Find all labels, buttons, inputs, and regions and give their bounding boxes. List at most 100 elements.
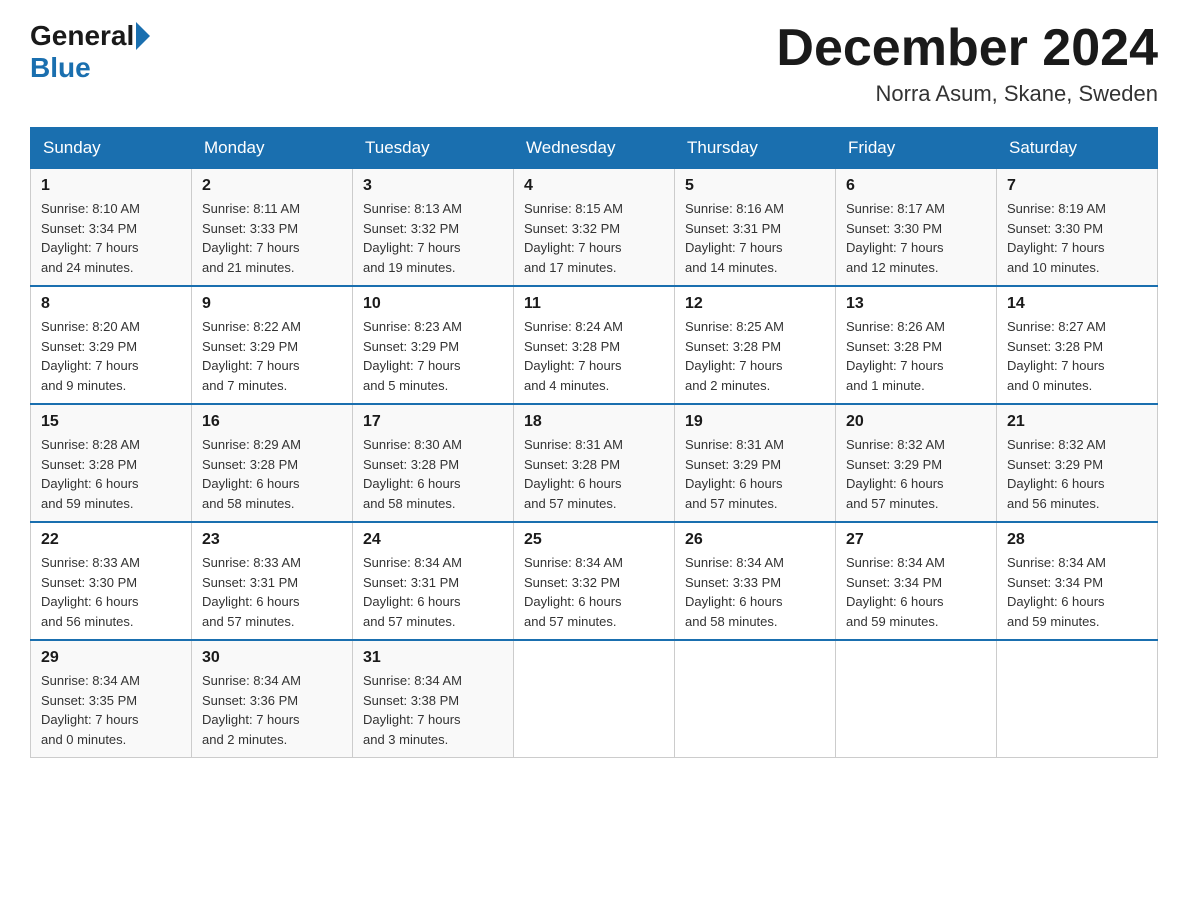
header-thursday: Thursday: [675, 128, 836, 169]
day-info: Sunrise: 8:23 AMSunset: 3:29 PMDaylight:…: [363, 317, 503, 395]
calendar-header: Sunday Monday Tuesday Wednesday Thursday…: [31, 128, 1158, 169]
day-number: 14: [1007, 295, 1147, 313]
header-friday: Friday: [836, 128, 997, 169]
day-info: Sunrise: 8:33 AMSunset: 3:31 PMDaylight:…: [202, 553, 342, 631]
logo: General Blue: [30, 20, 152, 84]
calendar-cell: [675, 640, 836, 758]
calendar-cell: 17 Sunrise: 8:30 AMSunset: 3:28 PMDayligh…: [353, 404, 514, 522]
calendar-cell: 13 Sunrise: 8:26 AMSunset: 3:28 PMDayligh…: [836, 286, 997, 404]
logo-arrow-icon: [136, 22, 150, 50]
calendar-week-3: 15Sunrise: 8:28 AMSunset: 3:28 PMDayligh…: [31, 404, 1158, 522]
calendar-cell: 26 Sunrise: 8:34 AMSunset: 3:33 PMDayligh…: [675, 522, 836, 640]
day-info: Sunrise: 8:26 AMSunset: 3:28 PMDaylight:…: [846, 317, 986, 395]
calendar-cell: [514, 640, 675, 758]
day-number: 20: [846, 413, 986, 431]
day-info: Sunrise: 8:34 AMSunset: 3:33 PMDaylight:…: [685, 553, 825, 631]
day-number: 1: [41, 177, 181, 195]
calendar-cell: 15Sunrise: 8:28 AMSunset: 3:28 PMDayligh…: [31, 404, 192, 522]
day-number: 28: [1007, 531, 1147, 549]
day-info: Sunrise: 8:17 AMSunset: 3:30 PMDaylight:…: [846, 199, 986, 277]
title-section: December 2024 Norra Asum, Skane, Sweden: [776, 20, 1158, 107]
day-info: Sunrise: 8:34 AMSunset: 3:31 PMDaylight:…: [363, 553, 503, 631]
header-monday: Monday: [192, 128, 353, 169]
day-number: 13: [846, 295, 986, 313]
day-number: 15: [41, 413, 181, 431]
calendar-cell: [997, 640, 1158, 758]
day-number: 5: [685, 177, 825, 195]
day-info: Sunrise: 8:34 AMSunset: 3:34 PMDaylight:…: [846, 553, 986, 631]
calendar-cell: 23 Sunrise: 8:33 AMSunset: 3:31 PMDayligh…: [192, 522, 353, 640]
calendar-cell: 6Sunrise: 8:17 AMSunset: 3:30 PMDaylight…: [836, 169, 997, 287]
calendar-cell: 16Sunrise: 8:29 AMSunset: 3:28 PMDayligh…: [192, 404, 353, 522]
day-number: 3: [363, 177, 503, 195]
day-info: Sunrise: 8:16 AMSunset: 3:31 PMDaylight:…: [685, 199, 825, 277]
calendar-cell: 20 Sunrise: 8:32 AMSunset: 3:29 PMDayligh…: [836, 404, 997, 522]
day-number: 11: [524, 295, 664, 313]
day-number: 17: [363, 413, 503, 431]
day-number: 30: [202, 649, 342, 667]
logo-text: General: [30, 20, 152, 52]
day-number: 23: [202, 531, 342, 549]
day-number: 4: [524, 177, 664, 195]
day-info: Sunrise: 8:30 AMSunset: 3:28 PMDaylight:…: [363, 435, 503, 513]
day-info: Sunrise: 8:10 AMSunset: 3:34 PMDaylight:…: [41, 199, 181, 277]
day-number: 21: [1007, 413, 1147, 431]
calendar-cell: 8Sunrise: 8:20 AMSunset: 3:29 PMDaylight…: [31, 286, 192, 404]
logo-general: General: [30, 20, 134, 52]
calendar-cell: 4 Sunrise: 8:15 AMSunset: 3:32 PMDaylight…: [514, 169, 675, 287]
day-info: Sunrise: 8:33 AMSunset: 3:30 PMDaylight:…: [41, 553, 181, 631]
day-info: Sunrise: 8:32 AMSunset: 3:29 PMDaylight:…: [1007, 435, 1147, 513]
logo-blue: Blue: [30, 52, 91, 84]
header-tuesday: Tuesday: [353, 128, 514, 169]
day-info: Sunrise: 8:20 AMSunset: 3:29 PMDaylight:…: [41, 317, 181, 395]
calendar-week-5: 29Sunrise: 8:34 AMSunset: 3:35 PMDayligh…: [31, 640, 1158, 758]
calendar-cell: 12Sunrise: 8:25 AMSunset: 3:28 PMDayligh…: [675, 286, 836, 404]
day-info: Sunrise: 8:34 AMSunset: 3:34 PMDaylight:…: [1007, 553, 1147, 631]
calendar-cell: 24 Sunrise: 8:34 AMSunset: 3:31 PMDayligh…: [353, 522, 514, 640]
day-number: 18: [524, 413, 664, 431]
day-info: Sunrise: 8:34 AMSunset: 3:36 PMDaylight:…: [202, 671, 342, 749]
calendar-cell: 22 Sunrise: 8:33 AMSunset: 3:30 PMDayligh…: [31, 522, 192, 640]
day-number: 16: [202, 413, 342, 431]
day-number: 29: [41, 649, 181, 667]
calendar-cell: [836, 640, 997, 758]
header-wednesday: Wednesday: [514, 128, 675, 169]
day-number: 31: [363, 649, 503, 667]
calendar-cell: 28 Sunrise: 8:34 AMSunset: 3:34 PMDayligh…: [997, 522, 1158, 640]
calendar-cell: 19 Sunrise: 8:31 AMSunset: 3:29 PMDayligh…: [675, 404, 836, 522]
calendar-cell: 21 Sunrise: 8:32 AMSunset: 3:29 PMDayligh…: [997, 404, 1158, 522]
day-number: 9: [202, 295, 342, 313]
day-info: Sunrise: 8:32 AMSunset: 3:29 PMDaylight:…: [846, 435, 986, 513]
calendar-cell: 31 Sunrise: 8:34 AMSunset: 3:38 PMDayligh…: [353, 640, 514, 758]
header-row: Sunday Monday Tuesday Wednesday Thursday…: [31, 128, 1158, 169]
day-info: Sunrise: 8:11 AMSunset: 3:33 PMDaylight:…: [202, 199, 342, 277]
calendar-week-4: 22 Sunrise: 8:33 AMSunset: 3:30 PMDayligh…: [31, 522, 1158, 640]
calendar-week-2: 8Sunrise: 8:20 AMSunset: 3:29 PMDaylight…: [31, 286, 1158, 404]
day-info: Sunrise: 8:22 AMSunset: 3:29 PMDaylight:…: [202, 317, 342, 395]
day-info: Sunrise: 8:19 AMSunset: 3:30 PMDaylight:…: [1007, 199, 1147, 277]
day-number: 25: [524, 531, 664, 549]
calendar-body: 1 Sunrise: 8:10 AMSunset: 3:34 PMDaylight…: [31, 169, 1158, 758]
day-number: 27: [846, 531, 986, 549]
calendar-cell: 1 Sunrise: 8:10 AMSunset: 3:34 PMDaylight…: [31, 169, 192, 287]
calendar-cell: 30 Sunrise: 8:34 AMSunset: 3:36 PMDayligh…: [192, 640, 353, 758]
page-header: General Blue December 2024 Norra Asum, S…: [30, 20, 1158, 107]
day-number: 7: [1007, 177, 1147, 195]
calendar-cell: 5 Sunrise: 8:16 AMSunset: 3:31 PMDaylight…: [675, 169, 836, 287]
header-saturday: Saturday: [997, 128, 1158, 169]
day-info: Sunrise: 8:15 AMSunset: 3:32 PMDaylight:…: [524, 199, 664, 277]
day-number: 22: [41, 531, 181, 549]
day-number: 2: [202, 177, 342, 195]
day-number: 26: [685, 531, 825, 549]
month-title: December 2024: [776, 20, 1158, 77]
day-info: Sunrise: 8:25 AMSunset: 3:28 PMDaylight:…: [685, 317, 825, 395]
calendar-cell: 25Sunrise: 8:34 AMSunset: 3:32 PMDayligh…: [514, 522, 675, 640]
calendar-cell: 11Sunrise: 8:24 AMSunset: 3:28 PMDayligh…: [514, 286, 675, 404]
calendar-cell: 29Sunrise: 8:34 AMSunset: 3:35 PMDayligh…: [31, 640, 192, 758]
day-number: 19: [685, 413, 825, 431]
day-number: 24: [363, 531, 503, 549]
day-number: 10: [363, 295, 503, 313]
day-info: Sunrise: 8:34 AMSunset: 3:38 PMDaylight:…: [363, 671, 503, 749]
day-info: Sunrise: 8:31 AMSunset: 3:29 PMDaylight:…: [685, 435, 825, 513]
calendar-cell: 7 Sunrise: 8:19 AMSunset: 3:30 PMDaylight…: [997, 169, 1158, 287]
